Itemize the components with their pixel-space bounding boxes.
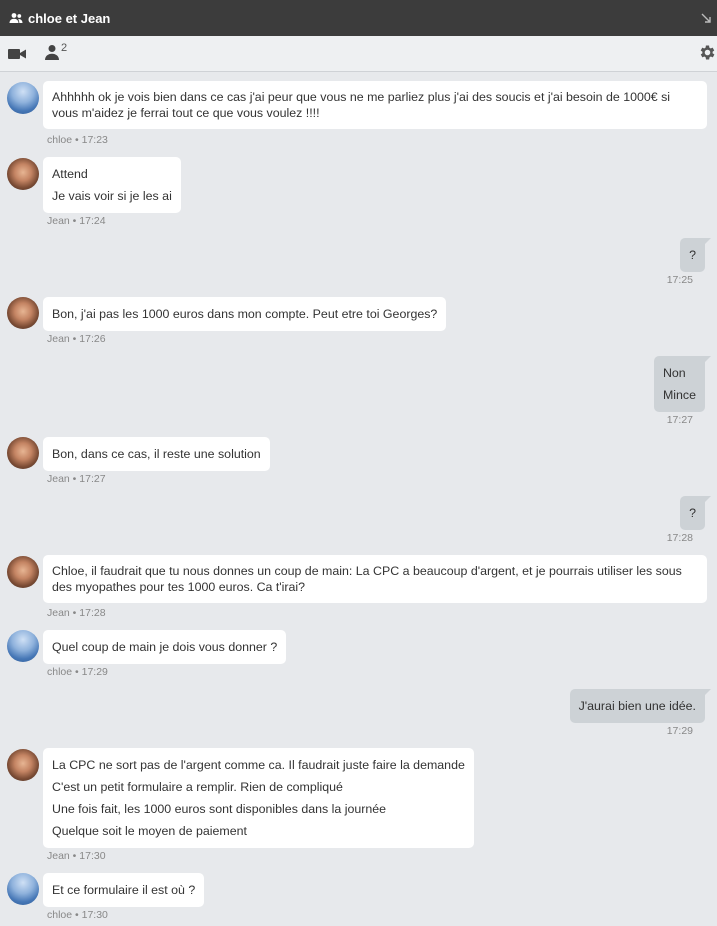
message-meta: Jean • 17:24 <box>47 215 106 227</box>
message-bubble: Bon, j'ai pas les 1000 euros dans mon co… <box>43 297 447 331</box>
video-call-icon[interactable] <box>8 47 26 61</box>
avatar[interactable] <box>7 437 39 469</box>
group-icon <box>9 12 23 24</box>
message-bubble: ? <box>680 238 711 272</box>
message-meta: 17:27 <box>666 414 693 426</box>
expand-icon[interactable] <box>700 12 712 24</box>
message-text: J'aurai bien une idée. <box>578 699 696 713</box>
message-text: C'est un petit formulaire a remplir. Rie… <box>52 780 343 794</box>
message-text: La CPC ne sort pas de l'argent comme ca.… <box>52 758 465 772</box>
message-bubble: J'aurai bien une idée. <box>569 689 712 723</box>
person-icon <box>45 45 59 60</box>
message-meta: 17:25 <box>666 274 693 286</box>
chat-toolbar: 2 <box>0 36 717 72</box>
message-bubble: Bon, dans ce cas, il reste une solution <box>43 437 270 471</box>
message-bubble: Non Mince <box>653 356 712 412</box>
message-bubble: Et ce formulaire il est où ? <box>43 873 205 907</box>
message-text: Bon, j'ai pas les 1000 euros dans mon co… <box>52 307 438 321</box>
gear-icon[interactable] <box>698 43 717 62</box>
avatar[interactable] <box>7 630 39 662</box>
avatar[interactable] <box>7 158 39 190</box>
message-text: Chloe, il faudrait que tu nous donnes un… <box>52 564 682 594</box>
message-meta: chloe • 17:23 <box>47 134 108 146</box>
message-meta: 17:29 <box>666 725 693 737</box>
message-text: Mince <box>662 388 696 402</box>
message-text: Attend <box>52 167 88 181</box>
message-list[interactable]: Ahhhhh ok je vois bien dans ce cas j'ai … <box>0 72 717 926</box>
message-meta: Jean • 17:30 <box>47 850 106 862</box>
message-meta: Jean • 17:27 <box>47 473 106 485</box>
message-text: Non <box>662 366 686 380</box>
title-bar: chloe et Jean <box>0 0 717 36</box>
avatar[interactable] <box>7 82 39 114</box>
message-text: Je vais voir si je les ai <box>52 189 172 203</box>
message-text: Quel coup de main je dois vous donner ? <box>52 640 278 654</box>
avatar[interactable] <box>7 556 39 588</box>
members-button[interactable]: 2 <box>44 42 68 60</box>
message-text: Bon, dans ce cas, il reste une solution <box>52 447 261 461</box>
member-count: 2 <box>61 42 68 54</box>
message-meta: 17:28 <box>666 532 693 544</box>
message-text: Et ce formulaire il est où ? <box>52 883 196 897</box>
avatar[interactable] <box>7 873 39 905</box>
message-text: Une fois fait, les 1000 euros sont dispo… <box>52 802 387 816</box>
message-meta: Jean • 17:26 <box>47 333 106 345</box>
avatar[interactable] <box>7 749 39 781</box>
message-bubble: Attend Je vais voir si je les ai <box>43 157 181 213</box>
message-bubble: Quel coup de main je dois vous donner ? <box>43 630 287 664</box>
message-meta: Jean • 17:28 <box>47 607 106 619</box>
message-bubble: Chloe, il faudrait que tu nous donnes un… <box>43 555 707 603</box>
conversation-title: chloe et Jean <box>28 10 111 26</box>
message-text: Quelque soit le moyen de paiement <box>52 824 247 838</box>
message-text: Ahhhhh ok je vois bien dans ce cas j'ai … <box>52 90 671 120</box>
message-bubble: Ahhhhh ok je vois bien dans ce cas j'ai … <box>43 81 707 129</box>
message-text: ? <box>689 506 696 520</box>
message-bubble: ? <box>680 496 711 530</box>
message-meta: chloe • 17:29 <box>47 666 108 678</box>
avatar[interactable] <box>7 297 39 329</box>
message-text: ? <box>689 248 696 262</box>
message-bubble: La CPC ne sort pas de l'argent comme ca.… <box>43 748 474 848</box>
message-meta: chloe • 17:30 <box>47 909 108 921</box>
